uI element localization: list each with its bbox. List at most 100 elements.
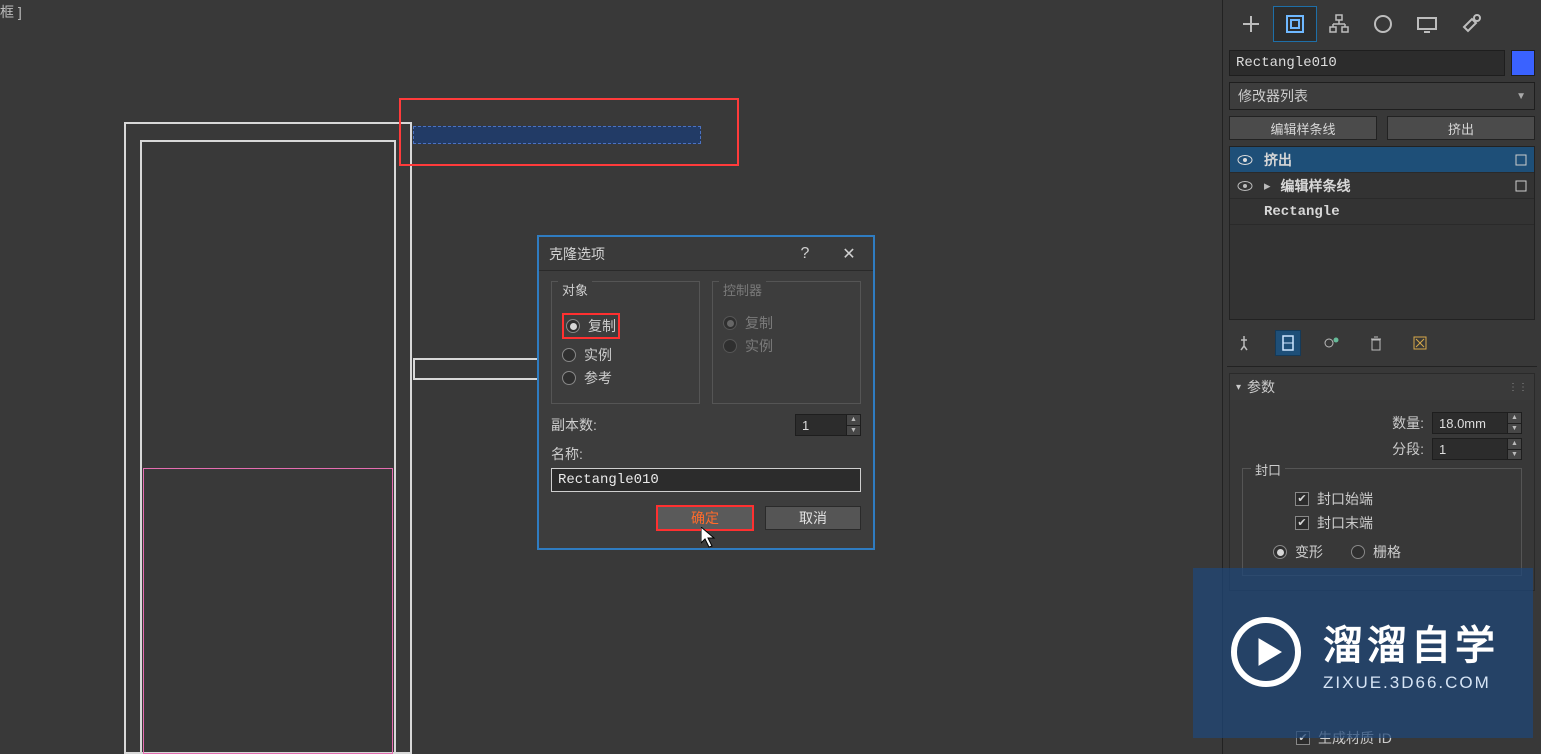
radio-reference-label: 参考: [584, 368, 612, 388]
extrude-label: 挤出: [1448, 119, 1474, 138]
cancel-button-label: 取消: [799, 508, 827, 528]
radio-copy-highlight[interactable]: 复制: [562, 313, 620, 339]
stack-extrude-label: 挤出: [1264, 150, 1504, 170]
modify-tab-icon[interactable]: [1273, 6, 1317, 42]
modifier-stack[interactable]: 挤出 ▸ 编辑样条线 Rectangle: [1229, 146, 1535, 320]
stack-knob-icon[interactable]: [1514, 179, 1528, 193]
hierarchy-tab-icon[interactable]: [1317, 6, 1361, 42]
spinner-up-icon[interactable]: ▲: [1507, 439, 1521, 450]
stack-editspline-label: 编辑样条线: [1281, 176, 1504, 196]
cap-end-checkbox[interactable]: [1295, 516, 1309, 530]
motion-tab-icon[interactable]: [1361, 6, 1405, 42]
radio-reference-row[interactable]: 参考: [562, 368, 689, 388]
amount-label: 数量:: [1376, 413, 1424, 433]
rollout-header[interactable]: ▾ 参数 ⋮⋮: [1230, 374, 1534, 400]
amount-spinner[interactable]: 18.0mm ▲▼: [1432, 412, 1522, 434]
ok-button-label: 确定: [691, 508, 719, 528]
radio-instance-label: 实例: [584, 345, 612, 365]
stack-rectangle-label: Rectangle: [1264, 204, 1528, 220]
cap-morph-radio[interactable]: [1273, 545, 1287, 559]
spinner-down-icon[interactable]: ▼: [1507, 450, 1521, 460]
spinner-down-icon[interactable]: ▼: [1507, 424, 1521, 434]
cap-morph-row[interactable]: 变形: [1273, 542, 1323, 562]
object-name-input[interactable]: [1229, 50, 1505, 76]
watermark-url: ZIXUE.3D66.COM: [1323, 673, 1499, 693]
cap-grid-label: 栅格: [1373, 542, 1401, 562]
object-group: 对象 复制 实例 参考: [551, 281, 700, 404]
cap-start-label: 封口始端: [1317, 489, 1373, 509]
segments-label: 分段:: [1376, 439, 1424, 459]
modifier-list-dropdown[interactable]: 修改器列表 ▼: [1229, 82, 1535, 110]
stack-toolbar: [1227, 324, 1537, 367]
ctl-copy-row: 复制: [723, 313, 850, 333]
ctl-instance-row: 实例: [723, 336, 850, 356]
viewport-label: 框 ]: [0, 2, 22, 22]
panel-tabstrip: [1227, 4, 1537, 44]
radio-instance-row[interactable]: 实例: [562, 345, 689, 365]
radio-reference[interactable]: [562, 371, 576, 385]
cap-grid-row[interactable]: 栅格: [1351, 542, 1401, 562]
stack-knob-icon[interactable]: [1514, 153, 1528, 167]
display-tab-icon[interactable]: [1405, 6, 1449, 42]
configure-sets-icon[interactable]: [1407, 330, 1433, 356]
play-logo-icon: [1227, 613, 1305, 694]
ctl-copy-label: 复制: [745, 313, 773, 333]
edit-spline-button[interactable]: 编辑样条线: [1229, 116, 1377, 140]
make-unique-icon[interactable]: [1319, 330, 1345, 356]
amount-value: 18.0mm: [1439, 416, 1486, 431]
name-label: 名称:: [551, 444, 861, 464]
rollout-grip-icon[interactable]: ⋮⋮: [1508, 382, 1528, 393]
segments-spinner[interactable]: 1 ▲▼: [1432, 438, 1522, 460]
spinner-down-icon[interactable]: ▼: [846, 426, 860, 436]
cap-group: 封口 封口始端 封口末端 变形 栅格: [1242, 468, 1522, 576]
selection-highlight: [399, 98, 739, 166]
show-end-result-icon[interactable]: [1275, 330, 1301, 356]
rollout-title: 参数: [1247, 377, 1275, 397]
chevron-down-icon: ▾: [1236, 382, 1241, 393]
object-legend: 对象: [558, 280, 592, 299]
radio-copy[interactable]: [566, 319, 580, 333]
delete-modifier-icon[interactable]: [1363, 330, 1389, 356]
clone-name-input[interactable]: [551, 468, 861, 492]
cap-start-checkbox[interactable]: [1295, 492, 1309, 506]
segments-value: 1: [1439, 442, 1446, 457]
pin-icon[interactable]: [1231, 330, 1257, 356]
cancel-button[interactable]: 取消: [765, 506, 861, 530]
ctl-instance-label: 实例: [745, 336, 773, 356]
stack-item-extrude[interactable]: 挤出: [1230, 147, 1534, 173]
dialog-title: 克隆选项: [549, 244, 605, 264]
copies-label: 副本数:: [551, 415, 597, 435]
eye-icon[interactable]: [1236, 151, 1254, 169]
controller-group: 控制器 复制 实例: [712, 281, 861, 404]
cap-legend: 封口: [1251, 460, 1285, 479]
ctl-radio-copy: [723, 316, 737, 330]
copies-value: 1: [802, 418, 809, 433]
stack-item-rectangle[interactable]: Rectangle: [1230, 199, 1534, 225]
watermark-brand: 溜溜自学: [1323, 613, 1499, 671]
spinner-up-icon[interactable]: ▲: [846, 415, 860, 426]
clone-options-dialog: 克隆选项 ? ✕ 对象 复制 实例 参考 控制器: [537, 235, 875, 550]
wire-rect-pink: [143, 468, 393, 754]
ctl-radio-instance: [723, 339, 737, 353]
extrude-button[interactable]: 挤出: [1387, 116, 1535, 140]
cap-grid-radio[interactable]: [1351, 545, 1365, 559]
controller-legend: 控制器: [719, 280, 766, 299]
copies-spinner[interactable]: 1 ▲▼: [795, 414, 861, 436]
close-icon[interactable]: ✕: [829, 237, 869, 271]
cap-end-label: 封口末端: [1317, 513, 1373, 533]
radio-instance[interactable]: [562, 348, 576, 362]
utilities-tab-icon[interactable]: [1449, 6, 1493, 42]
dialog-titlebar[interactable]: 克隆选项 ? ✕: [539, 237, 873, 271]
edit-spline-label: 编辑样条线: [1270, 119, 1335, 138]
spinner-up-icon[interactable]: ▲: [1507, 413, 1521, 424]
cap-start-row[interactable]: 封口始端: [1295, 489, 1509, 509]
eye-icon[interactable]: [1236, 177, 1254, 195]
stack-item-editspline[interactable]: ▸ 编辑样条线: [1230, 173, 1534, 199]
create-tab-icon[interactable]: [1229, 6, 1273, 42]
chevron-down-icon: ▼: [1516, 91, 1526, 102]
help-icon[interactable]: ?: [785, 237, 825, 271]
cap-end-row[interactable]: 封口末端: [1295, 513, 1509, 533]
cap-morph-label: 变形: [1295, 542, 1323, 562]
object-color-swatch[interactable]: [1511, 50, 1535, 76]
radio-copy-label: 复制: [588, 316, 616, 336]
